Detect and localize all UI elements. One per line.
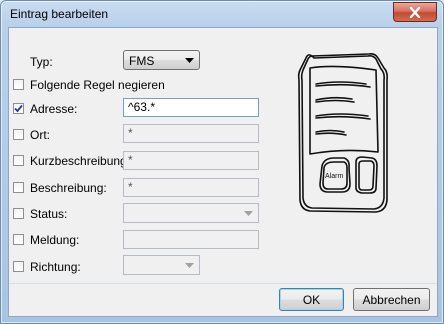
typ-label: Typ: [30, 55, 53, 69]
status-select[interactable] [123, 203, 259, 223]
richtung-select[interactable] [123, 255, 200, 275]
beschreibung-checkbox[interactable] [13, 182, 24, 193]
kurzbeschreibung-input[interactable]: * [123, 151, 259, 170]
button-separator [9, 283, 437, 284]
negate-checkbox[interactable] [13, 79, 24, 90]
typ-select-value: FMS [129, 54, 155, 68]
ok-button[interactable]: OK [279, 288, 344, 311]
chevron-down-icon [244, 211, 253, 216]
beschreibung-input[interactable]: * [123, 178, 259, 197]
kurzbeschreibung-label: Kurzbeschreibung: [30, 154, 131, 168]
meldung-checkbox[interactable] [13, 234, 24, 245]
alarm-label: Alarm [325, 173, 343, 180]
close-icon [409, 6, 421, 18]
meldung-input[interactable] [123, 230, 259, 249]
adresse-checkbox[interactable] [13, 103, 24, 114]
checkmark-icon [14, 104, 23, 113]
chevron-down-icon [185, 263, 194, 268]
dialog-window: Eintrag bearbeiten Typ: FMS Folgende Reg… [0, 0, 444, 324]
title-bar: Eintrag bearbeiten [1, 1, 443, 27]
negate-label: Folgende Regel negieren [30, 78, 165, 92]
chevron-down-icon [185, 58, 194, 63]
typ-select[interactable]: FMS [123, 50, 200, 70]
cancel-button[interactable]: Abbrechen [353, 288, 430, 311]
dialog-content: Typ: FMS Folgende Regel negieren Adresse… [8, 27, 438, 317]
kurzbeschreibung-checkbox[interactable] [13, 155, 24, 166]
meldung-label: Meldung: [30, 233, 80, 247]
adresse-input[interactable]: ^63.* [123, 98, 259, 117]
window-title: Eintrag bearbeiten [10, 7, 109, 21]
ort-checkbox[interactable] [13, 129, 24, 140]
ort-input[interactable]: * [123, 124, 259, 143]
richtung-label: Richtung: [30, 260, 81, 274]
pager-illustration: Alarm [297, 53, 388, 213]
status-checkbox[interactable] [13, 208, 24, 219]
beschreibung-label: Beschreibung: [30, 181, 107, 195]
close-button[interactable] [393, 2, 437, 22]
adresse-label: Adresse: [30, 102, 78, 116]
ort-label: Ort: [30, 128, 50, 142]
status-label: Status: [30, 207, 68, 221]
richtung-checkbox[interactable] [13, 261, 24, 272]
